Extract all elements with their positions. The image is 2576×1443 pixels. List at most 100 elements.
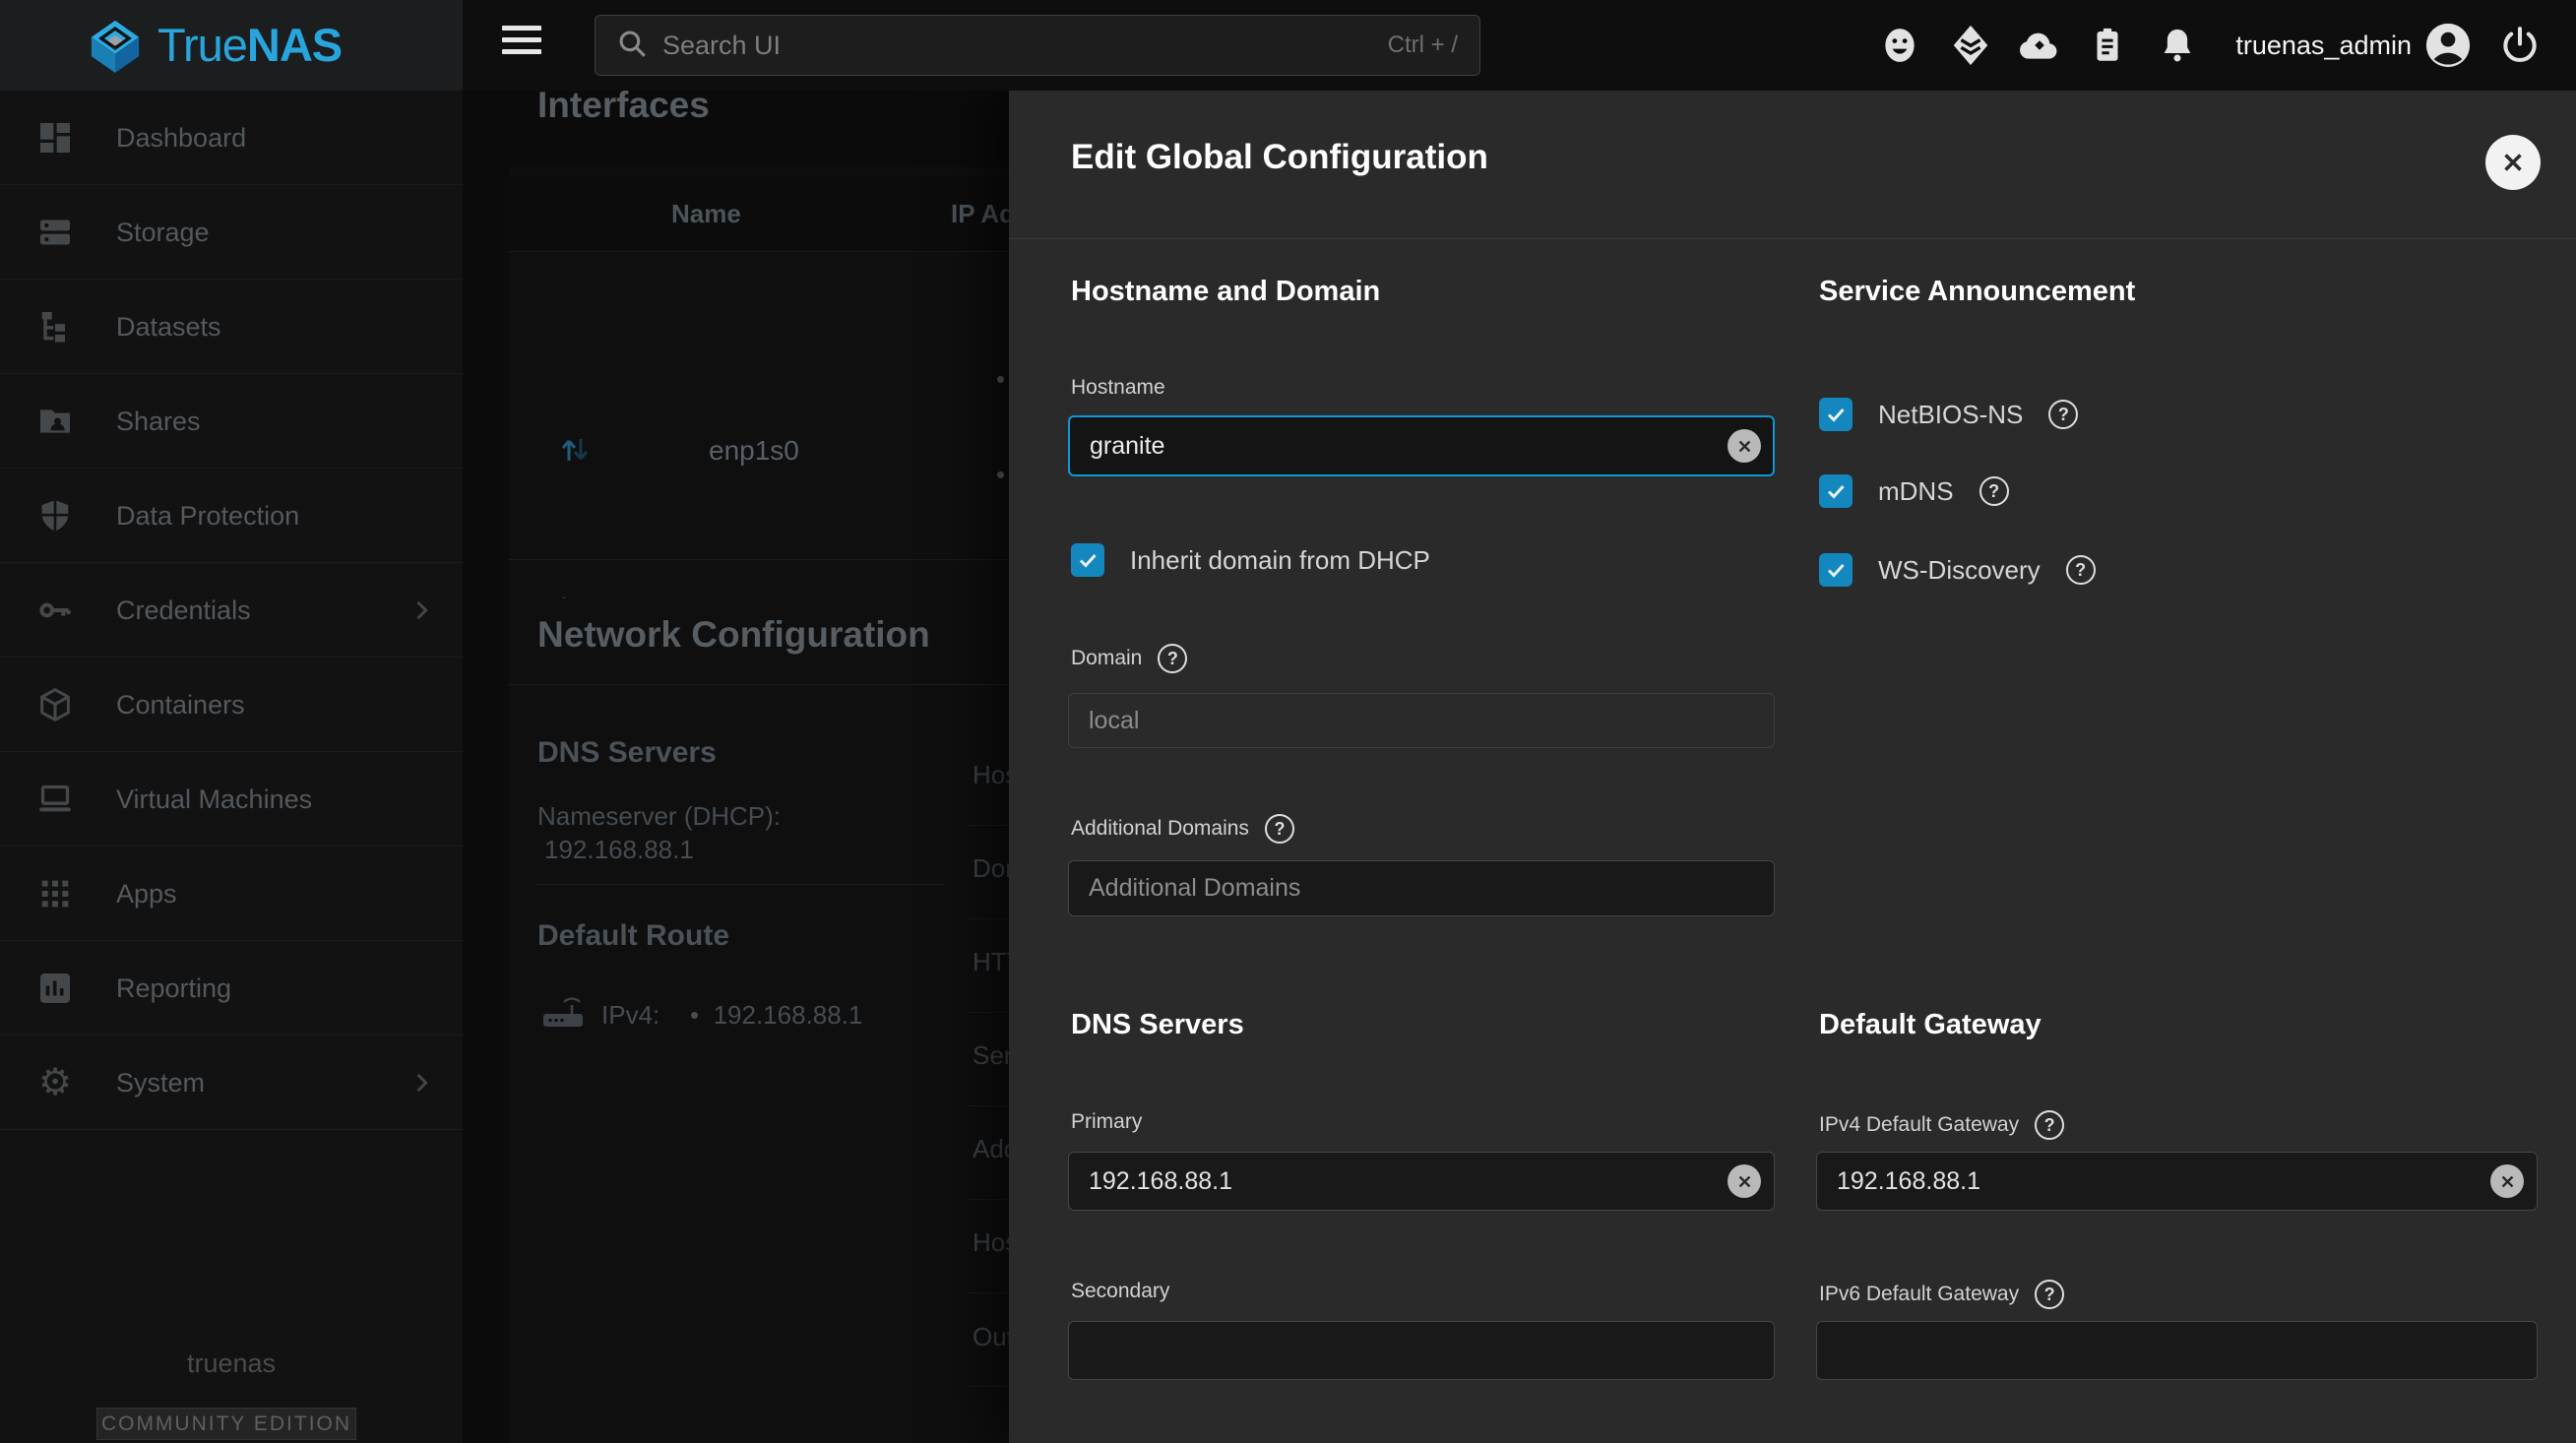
netbios-checkbox-row[interactable]: NetBIOS-NS ? [1819,398,2078,431]
edit-global-configuration-dialog: Edit Global Configuration Hostname and D… [1009,91,2576,1443]
nameserver-label: Nameserver (DHCP): [537,801,781,832]
sidebar-item-shares[interactable]: Shares [0,374,463,469]
secondary-dns-input[interactable] [1068,1321,1775,1380]
sidebar-item-label: Datasets [116,280,221,374]
ws-discovery-checkbox-row[interactable]: WS-Discovery ? [1819,553,2096,587]
cloud-icon[interactable] [2012,18,2067,73]
dns-servers-subtitle: DNS Servers [537,736,717,770]
sidebar-item-apps[interactable]: Apps [0,847,463,941]
shield-icon [35,496,75,535]
bg-cut-label: Out [973,1322,1014,1352]
truenas-app: Interfaces Name IP Ad enp1s0 • 19 /2 • f… [0,0,2576,1443]
clear-primary-dns-icon[interactable] [1728,1164,1761,1198]
inherit-domain-checkbox-row[interactable]: Inherit domain from DHCP [1071,543,1430,577]
sidebar-item-label: Virtual Machines [116,752,312,847]
help-icon[interactable]: ? [1265,814,1294,844]
search-shortcut-hint: Ctrl + / [1388,31,1458,59]
bg-cut-label: Ser [973,1040,1012,1071]
nameserver-value: 192.168.88.1 [544,835,694,865]
sidebar-item-label: Storage [116,185,210,280]
clear-hostname-icon[interactable] [1728,429,1761,463]
apps-grid-icon [35,874,75,913]
sidebar-item-label: Shares [116,374,201,469]
primary-dns-input[interactable] [1068,1152,1775,1211]
help-icon[interactable]: ? [1158,644,1187,673]
sidebar-item-data-protection[interactable]: Data Protection [0,469,463,563]
close-button[interactable] [2485,135,2541,190]
sidebar-item-dashboard[interactable]: Dashboard [0,91,463,185]
chevron-right-icon [408,596,435,629]
default-gateway-section-heading: Default Gateway [1819,1009,2042,1041]
ipv4-gateway-input[interactable] [1816,1152,2538,1211]
clear-ipv4-gateway-icon[interactable] [2490,1164,2524,1198]
checkbox-checked-icon[interactable] [1071,543,1104,577]
key-icon [35,591,75,630]
top-bar: TrueNAS Ctrl + / truenas_admin [0,0,2576,91]
hamburger-menu-icon[interactable] [502,26,547,65]
additional-domains-input[interactable] [1068,860,1775,916]
help-icon[interactable]: ? [2035,1280,2064,1309]
user-avatar[interactable] [2420,18,2476,73]
sidebar-item-label: Containers [116,658,245,752]
search-input[interactable] [662,31,1388,61]
notifications-bell-icon[interactable] [2150,18,2205,73]
sidebar-item-datasets[interactable]: Datasets [0,280,463,374]
sidebar-item-reporting[interactable]: Reporting [0,941,463,1035]
sidebar-item-system[interactable]: ⚙ System [0,1035,463,1130]
truenas-logo-icon [87,16,144,73]
sidebar-item-label: Reporting [116,941,231,1035]
gear-icon: ⚙ [35,1063,75,1102]
help-icon[interactable]: ? [2048,400,2078,429]
network-configuration-title: Network Configuration [537,614,930,656]
sidebar-item-credentials[interactable]: Credentials [0,563,463,658]
search-bar[interactable]: Ctrl + / [595,15,1480,76]
container-cube-icon [35,685,75,724]
dialog-title: Edit Global Configuration [1071,138,1488,177]
sidebar-item-containers[interactable]: Containers [0,658,463,752]
ipv4-route-label: IPv4: [601,1000,660,1031]
inherit-domain-label: Inherit domain from DHCP [1130,545,1430,576]
netbios-label: NetBIOS-NS [1878,400,2023,430]
sidebar-item-storage[interactable]: Storage [0,185,463,280]
sidebar-nav: Dashboard Storage Datasets Shares Data P… [0,91,463,1443]
search-icon [615,27,649,65]
sidebar-item-label: System [116,1035,205,1130]
chevron-right-icon [408,1069,435,1101]
sidebar-item-label: Dashboard [116,91,246,185]
feedback-smiley-icon[interactable] [1872,18,1927,73]
storage-icon [35,213,75,252]
truenas-logo[interactable]: TrueNAS [87,16,342,73]
username-label: truenas_admin [2205,0,2412,91]
divider [537,884,943,885]
dns-servers-section-heading: DNS Servers [1071,1009,1244,1041]
hostname-label: Hostname [1071,376,1165,400]
top-bar-logo-area: TrueNAS [0,0,463,91]
help-icon[interactable]: ? [2035,1110,2064,1140]
power-icon[interactable] [2492,18,2547,73]
help-icon[interactable]: ? [2066,555,2096,585]
help-icon[interactable]: ? [1979,476,2009,506]
hostname-domain-section-heading: Hostname and Domain [1071,276,1380,308]
mdns-label: mDNS [1878,476,1954,507]
column-header-ip: IP Ad [951,175,1015,252]
ipv4-gateway-label: IPv4 Default Gateway [1819,1113,2019,1137]
checkbox-checked-icon[interactable] [1819,398,1853,431]
service-announcement-section-heading: Service Announcement [1819,276,2135,308]
domain-label: Domain [1071,647,1142,670]
ipv6-gateway-input[interactable] [1816,1321,2538,1380]
checkbox-checked-icon[interactable] [1819,474,1853,508]
datasets-icon [35,307,75,346]
community-edition-badge: COMMUNITY EDITION [96,1408,356,1440]
checkbox-checked-icon[interactable] [1819,553,1853,587]
additional-domains-label: Additional Domains [1071,817,1249,841]
mdns-checkbox-row[interactable]: mDNS ? [1819,474,2009,508]
bar-chart-icon [35,969,75,1008]
sidebar-item-label: Data Protection [116,469,299,563]
jobs-clipboard-icon[interactable] [2080,18,2135,73]
hostname-input[interactable] [1068,415,1775,476]
truecommand-icon[interactable] [1943,18,1998,73]
ipv6-gateway-label: IPv6 Default Gateway [1819,1283,2019,1306]
domain-input [1068,693,1775,748]
sidebar-item-virtual-machines[interactable]: Virtual Machines [0,752,463,847]
sidebar-item-label: Apps [116,847,177,941]
